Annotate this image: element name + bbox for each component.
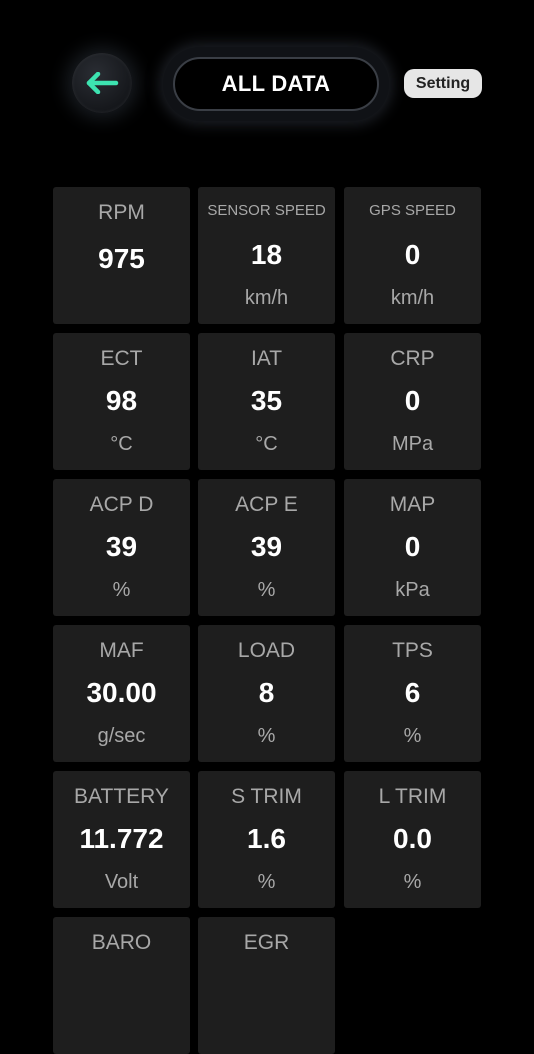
gauge-label: MAF bbox=[99, 639, 144, 662]
setting-button[interactable]: Setting bbox=[404, 69, 482, 98]
gauge-tile-ect[interactable]: ECT 98 °C bbox=[53, 333, 190, 470]
gauge-value: 0 bbox=[404, 531, 421, 562]
gauge-value: 39 bbox=[250, 531, 283, 562]
gauge-tile-rpm[interactable]: RPM 975 bbox=[53, 187, 190, 324]
gauge-value: 35 bbox=[250, 385, 283, 416]
gauge-value: 11.772 bbox=[79, 823, 164, 854]
gauge-tile-crp[interactable]: CRP 0 MPa bbox=[344, 333, 481, 470]
gauge-tile-gps-speed[interactable]: GPS SPEED 0 km/h bbox=[344, 187, 481, 324]
gauge-value: 0 bbox=[404, 239, 421, 270]
gauge-unit: % bbox=[112, 579, 131, 601]
gauge-tile-acp-e[interactable]: ACP E 39% bbox=[198, 479, 335, 616]
left-arrow-icon bbox=[86, 72, 119, 94]
gauge-unit: Volt bbox=[104, 871, 139, 893]
gauge-label: SENSOR SPEED bbox=[207, 202, 326, 219]
gauge-label: TPS bbox=[392, 639, 433, 662]
gauge-label: ACP E bbox=[235, 493, 298, 516]
gauge-unit: g/sec bbox=[97, 725, 146, 747]
gauge-value: 0.0 bbox=[393, 823, 432, 854]
gauge-value: 18 bbox=[250, 239, 283, 270]
gauge-label: BARO bbox=[91, 931, 152, 954]
gauge-label: ECT bbox=[100, 347, 143, 370]
gauge-value: 39 bbox=[105, 531, 138, 562]
gauge-unit: °C bbox=[255, 433, 278, 455]
gauge-unit: kPa bbox=[395, 579, 430, 601]
gauge-label: IAT bbox=[250, 347, 283, 370]
gauge-tile-maf[interactable]: MAF 30.00 g/sec bbox=[53, 625, 190, 762]
gauge-tile-s-trim[interactable]: S TRIM 1.6% bbox=[198, 771, 335, 908]
gauge-label: EGR bbox=[243, 931, 290, 954]
gauge-unit: % bbox=[257, 725, 276, 747]
gauge-label: ACP D bbox=[89, 493, 154, 516]
gauge-unit: °C bbox=[110, 433, 133, 455]
back-button[interactable] bbox=[72, 53, 132, 113]
gauge-tile-tps[interactable]: TPS 6% bbox=[344, 625, 481, 762]
page-title: ALL DATA bbox=[173, 57, 379, 111]
gauge-label: MAP bbox=[389, 493, 436, 516]
gauge-value: 0 bbox=[404, 385, 421, 416]
gauge-label: GPS SPEED bbox=[369, 202, 456, 219]
gauge-label: LOAD bbox=[237, 639, 296, 662]
gauge-unit: % bbox=[403, 871, 422, 893]
gauge-tile-sensor-speed[interactable]: SENSOR SPEED 18 km/h bbox=[198, 187, 335, 324]
gauge-value: 975 bbox=[98, 243, 145, 274]
gauge-tile-load[interactable]: LOAD 8% bbox=[198, 625, 335, 762]
gauge-label: L TRIM bbox=[378, 785, 447, 808]
gauge-tile-iat[interactable]: IAT 35 °C bbox=[198, 333, 335, 470]
gauge-label: RPM bbox=[98, 201, 145, 224]
gauge-label: BATTERY bbox=[74, 785, 169, 808]
gauge-tile-egr[interactable]: EGR bbox=[198, 917, 335, 1054]
gauge-unit: km/h bbox=[244, 287, 289, 309]
gauge-tile-battery[interactable]: BATTERY 11.772 Volt bbox=[53, 771, 190, 908]
gauge-value: 1.6 bbox=[247, 823, 286, 854]
gauge-value: 30.00 bbox=[86, 677, 157, 708]
gauge-unit: % bbox=[257, 871, 276, 893]
gauge-label: S TRIM bbox=[231, 785, 302, 808]
gauge-value: 98 bbox=[105, 385, 138, 416]
gauge-tile-l-trim[interactable]: L TRIM 0.0% bbox=[344, 771, 481, 908]
gauge-value: 8 bbox=[258, 677, 275, 708]
gauge-value: 6 bbox=[404, 677, 421, 708]
gauge-tile-map[interactable]: MAP 0 kPa bbox=[344, 479, 481, 616]
gauge-tile-baro[interactable]: BARO bbox=[53, 917, 190, 1054]
gauge-unit: MPa bbox=[391, 433, 434, 455]
gauge-unit: % bbox=[257, 579, 276, 601]
gauge-unit: % bbox=[403, 725, 422, 747]
title-pill: ALL DATA bbox=[163, 47, 389, 121]
gauge-label: CRP bbox=[390, 347, 435, 370]
gauge-tile-acp-d[interactable]: ACP D 39% bbox=[53, 479, 190, 616]
gauge-unit: km/h bbox=[390, 287, 435, 309]
